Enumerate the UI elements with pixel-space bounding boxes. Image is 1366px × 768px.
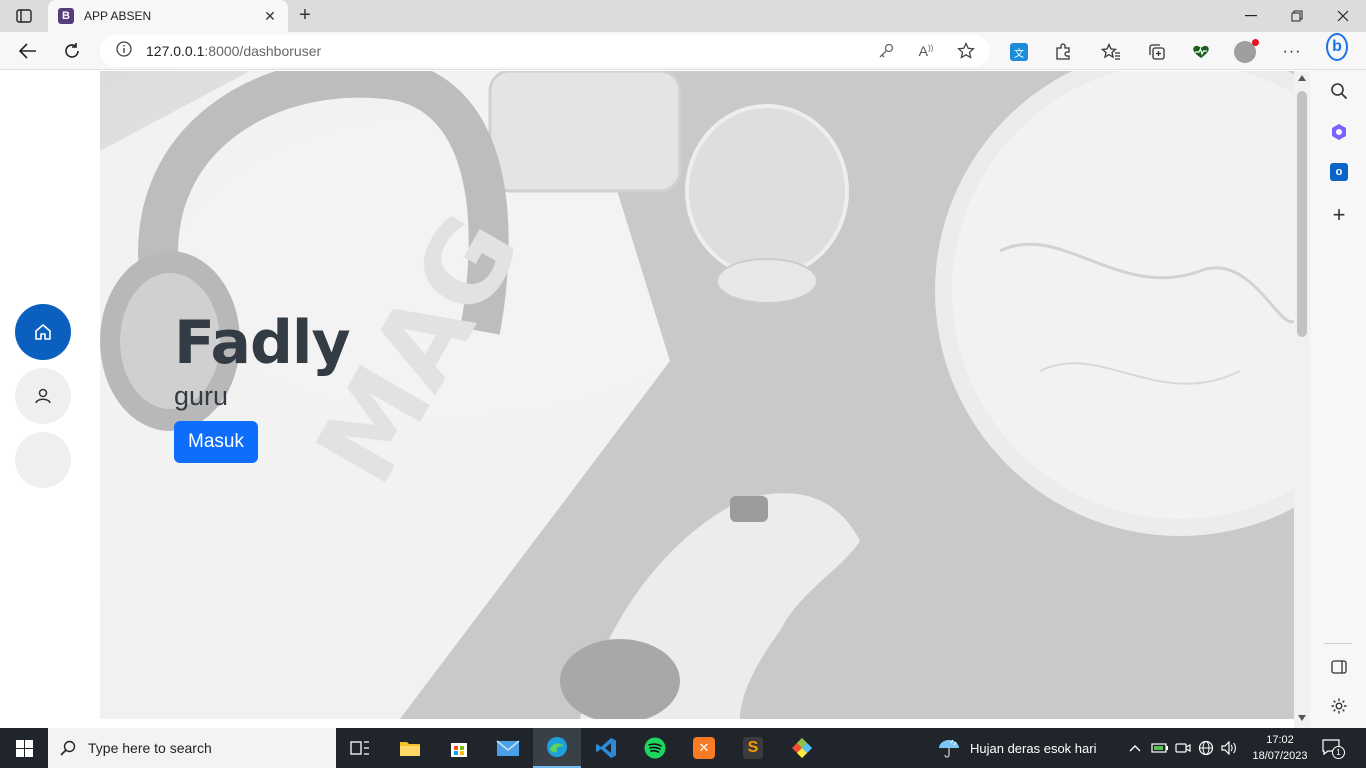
user-icon bbox=[35, 388, 51, 404]
windows-logo-icon bbox=[15, 739, 33, 757]
umbrella-icon bbox=[939, 739, 959, 758]
clock-time: 17:02 bbox=[1266, 734, 1294, 746]
key-icon[interactable] bbox=[876, 41, 896, 61]
battery-icon[interactable] bbox=[1151, 738, 1169, 758]
restore-button[interactable] bbox=[1274, 0, 1320, 32]
extensions-icon[interactable] bbox=[1052, 41, 1074, 63]
mail-icon bbox=[496, 740, 520, 756]
info-icon[interactable] bbox=[116, 40, 132, 62]
windows-start-button[interactable] bbox=[0, 728, 48, 768]
tab-actions-icon[interactable] bbox=[10, 6, 38, 26]
weather-widget[interactable]: Hujan deras esok hari bbox=[938, 728, 1096, 768]
minimize-button[interactable] bbox=[1228, 0, 1274, 32]
nav-empty-button[interactable] bbox=[15, 432, 71, 488]
scrollbar-thumb[interactable] bbox=[1297, 91, 1307, 337]
user-name-heading: Fadly bbox=[174, 308, 351, 378]
favorite-star-icon[interactable] bbox=[956, 41, 976, 61]
xampp-icon: ✕ bbox=[693, 737, 715, 759]
notification-center-button[interactable]: 1 bbox=[1322, 738, 1346, 760]
git-icon bbox=[792, 738, 812, 758]
profile-avatar[interactable] bbox=[1234, 39, 1259, 63]
windows-taskbar: Type here to search ✕ S Hujan deras esok… bbox=[0, 728, 1366, 768]
volume-icon[interactable] bbox=[1220, 738, 1238, 758]
side-navigation bbox=[15, 304, 71, 496]
settings-gear-icon[interactable] bbox=[1328, 695, 1350, 717]
sublime-icon: S bbox=[743, 737, 763, 759]
page-scrollbar[interactable] bbox=[1294, 71, 1310, 728]
sidebar-divider bbox=[1324, 643, 1352, 644]
browser-tab[interactable]: B APP ABSEN ✕ bbox=[48, 0, 288, 32]
xampp-app[interactable]: ✕ bbox=[680, 728, 728, 768]
url-path: :8000/dashboruser bbox=[204, 43, 322, 59]
office-icon[interactable] bbox=[1328, 121, 1350, 143]
vscode-app[interactable] bbox=[582, 728, 630, 768]
sublime-text-app[interactable]: S bbox=[729, 728, 777, 768]
address-bar-row: 127.0.0.1:8000/dashboruser A)) 文 ··· bbox=[0, 32, 1366, 70]
tab-strip: B APP ABSEN ✕ + bbox=[0, 0, 1366, 32]
page-viewport: MAG Fadly guru Masuk bbox=[0, 71, 1294, 719]
masuk-button[interactable]: Masuk bbox=[174, 421, 258, 463]
microsoft-store-app[interactable] bbox=[435, 728, 483, 768]
bing-copilot-icon[interactable]: b bbox=[1326, 33, 1348, 61]
folder-icon bbox=[400, 742, 420, 756]
edge-icon bbox=[547, 737, 567, 757]
refresh-button[interactable] bbox=[58, 37, 86, 65]
scroll-up-icon[interactable] bbox=[1298, 75, 1306, 81]
user-role-text: guru bbox=[174, 381, 229, 411]
hide-sidebar-icon[interactable] bbox=[1328, 656, 1350, 678]
translate-icon[interactable]: 文 bbox=[1008, 41, 1030, 63]
performance-icon[interactable] bbox=[1190, 41, 1212, 63]
outlook-icon[interactable]: o bbox=[1328, 161, 1350, 183]
taskbar-clock[interactable]: 17:02 18/07/2023 bbox=[1246, 732, 1314, 764]
notification-badge: 1 bbox=[1332, 746, 1345, 759]
url-text: 127.0.0.1:8000/dashboruser bbox=[146, 43, 321, 59]
url-host: 127.0.0.1 bbox=[146, 43, 205, 59]
close-tab-icon[interactable]: ✕ bbox=[262, 8, 278, 25]
git-app[interactable] bbox=[778, 728, 826, 768]
more-options-icon[interactable]: ··· bbox=[1281, 41, 1303, 63]
mail-app[interactable] bbox=[484, 728, 532, 768]
clock-date: 18/07/2023 bbox=[1252, 750, 1308, 762]
vscode-icon bbox=[596, 738, 616, 758]
edge-sidebar: b o + bbox=[1310, 33, 1366, 728]
spotify-icon bbox=[644, 737, 666, 759]
back-button[interactable] bbox=[14, 37, 42, 65]
spotify-app[interactable] bbox=[631, 728, 679, 768]
read-aloud-icon[interactable]: A)) bbox=[916, 41, 936, 61]
nav-profile-button[interactable] bbox=[15, 368, 71, 424]
nav-home-button[interactable] bbox=[15, 304, 71, 360]
search-icon[interactable] bbox=[1328, 80, 1350, 102]
collections-icon[interactable] bbox=[1146, 41, 1168, 63]
chevron-up-icon[interactable] bbox=[1126, 738, 1144, 758]
browser-window: B APP ABSEN ✕ + 127.0.0.1:8000/dashborus… bbox=[0, 0, 1366, 728]
edge-app[interactable] bbox=[533, 728, 581, 768]
task-view-icon bbox=[350, 741, 369, 755]
new-tab-button[interactable]: + bbox=[294, 5, 316, 27]
search-placeholder: Type here to search bbox=[88, 740, 212, 756]
meet-now-icon[interactable] bbox=[1174, 738, 1192, 758]
close-window-button[interactable] bbox=[1320, 0, 1366, 32]
file-explorer-app[interactable] bbox=[386, 728, 434, 768]
search-icon bbox=[60, 740, 76, 756]
scroll-down-icon[interactable] bbox=[1298, 715, 1306, 721]
task-view-button[interactable] bbox=[336, 728, 384, 768]
favorites-icon[interactable] bbox=[1100, 41, 1122, 63]
home-icon bbox=[35, 324, 51, 340]
favicon-icon: B bbox=[58, 8, 74, 24]
tab-title: APP ABSEN bbox=[84, 9, 152, 23]
store-icon bbox=[451, 743, 467, 757]
add-sidebar-icon[interactable]: + bbox=[1328, 204, 1350, 226]
weather-text: Hujan deras esok hari bbox=[970, 740, 1097, 756]
taskbar-search-box[interactable]: Type here to search bbox=[48, 728, 336, 768]
url-bar[interactable]: 127.0.0.1:8000/dashboruser A)) bbox=[100, 35, 990, 67]
hero-content: Fadly guru Masuk bbox=[174, 303, 351, 463]
network-globe-icon[interactable] bbox=[1197, 738, 1215, 758]
